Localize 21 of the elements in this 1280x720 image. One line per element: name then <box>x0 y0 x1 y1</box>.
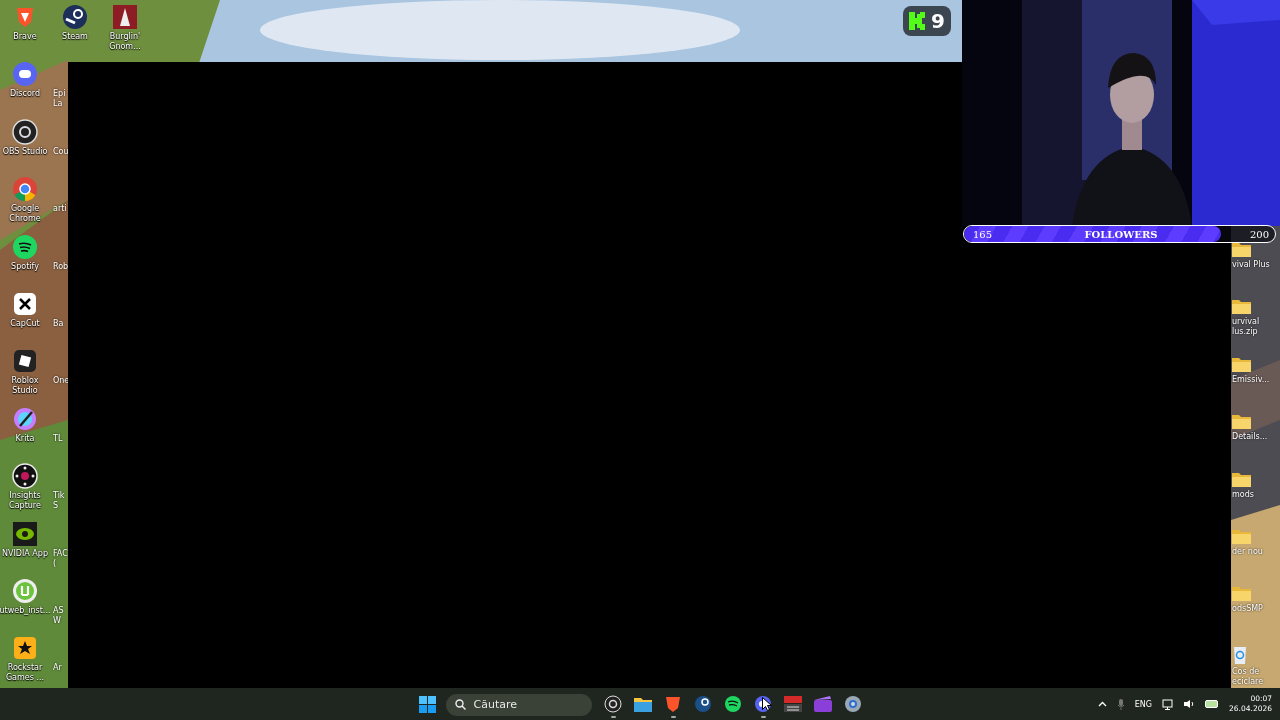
equalizer-icon <box>784 696 802 712</box>
running-indicator <box>670 716 676 718</box>
clapperboard-icon <box>814 696 832 712</box>
speaker-icon[interactable] <box>1183 699 1196 709</box>
ring-icon <box>604 695 622 713</box>
settings-icon <box>844 695 862 713</box>
mouse-cursor-icon <box>762 697 772 711</box>
sound-waves-icon <box>724 695 742 713</box>
running-indicator <box>760 716 766 718</box>
search-field[interactable]: Căutare <box>445 693 592 716</box>
windows-logo-icon <box>419 695 436 713</box>
battery-icon[interactable] <box>1205 699 1220 709</box>
network-icon[interactable] <box>1162 698 1174 710</box>
gear-circle-icon <box>694 695 712 713</box>
search-icon <box>454 698 466 710</box>
chevron-up-icon[interactable] <box>1097 701 1107 707</box>
microphone-icon[interactable] <box>1116 698 1125 710</box>
folder-icon <box>634 696 652 712</box>
language-indicator[interactable]: ENG <box>1134 699 1153 709</box>
shield-icon <box>665 695 681 713</box>
running-indicator <box>610 716 616 718</box>
